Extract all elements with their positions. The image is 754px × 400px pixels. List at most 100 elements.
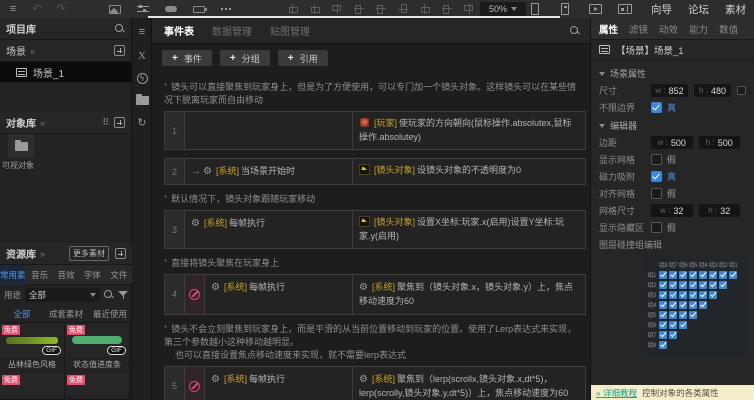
matrix-checkbox[interactable]	[699, 271, 707, 279]
lock-ratio-checkbox[interactable]	[737, 86, 746, 95]
event-comment[interactable]: *默认情况下，镜头对象跟随玩家移动	[164, 193, 582, 206]
resource-card[interactable]: 免费 GIF 丛林绿色风格 免费	[0, 323, 65, 400]
add-resource-button[interactable]	[115, 248, 126, 259]
matrix-checkbox[interactable]	[679, 311, 687, 319]
event-comment[interactable]: *镜头不会立刻聚焦到玩家身上，而是平滑的从当前位置移动到玩家的位置。使用了Ler…	[164, 323, 582, 362]
preview-portrait-icon[interactable]	[528, 2, 542, 16]
event-row[interactable]: 3 ⚙[系统]每帧执行 [镜头对象]设置X坐标:玩家.x(启用)设置Y坐标:玩家…	[164, 210, 586, 249]
matrix-checkbox[interactable]	[659, 301, 667, 309]
tab-font[interactable]: 字体	[79, 265, 105, 285]
matrix-checkbox[interactable]	[729, 271, 737, 279]
align-middle-v-icon[interactable]	[374, 2, 388, 16]
matrix-checkbox[interactable]	[679, 291, 687, 299]
add-object-button[interactable]	[114, 117, 125, 128]
matrix-checkbox[interactable]	[659, 341, 667, 349]
event-comment[interactable]: *镜头可以直接聚焦到玩家身上，但是为了方便使用，可以专门加一个镜头对象。这样镜头…	[164, 81, 582, 107]
event-actions[interactable]: [玩家]使玩家的方向朝向(鼠标操作.absolutex,鼠标操作.absolut…	[353, 112, 585, 149]
disabled-cell[interactable]	[185, 275, 205, 314]
search-icon[interactable]	[104, 290, 114, 300]
unbounded-checkbox[interactable]	[651, 102, 662, 113]
nav-guide-link[interactable]: 向导	[651, 2, 672, 17]
tab-data-manage[interactable]: 数据管理	[212, 23, 252, 38]
align-top-icon[interactable]	[352, 2, 366, 16]
tab-texture-manage[interactable]: 贴图管理	[270, 23, 310, 38]
matrix-checkbox[interactable]	[669, 331, 677, 339]
pill-tool-icon[interactable]	[164, 2, 178, 16]
event-row-disabled[interactable]: 4 ⚙[系统]每帧执行 ⚙[系统]聚焦到（镜头对象.x，镜头对象.y）上，焦点移…	[164, 274, 586, 315]
align-left-icon[interactable]	[286, 2, 300, 16]
tab-common-materials[interactable]: 常用素材	[0, 265, 26, 285]
matrix-checkbox[interactable]	[719, 281, 727, 289]
event-actions[interactable]: [镜头对象]设镜头对象的不透明度为0	[353, 159, 585, 184]
matrix-checkbox[interactable]	[689, 291, 697, 299]
grid-width-input[interactable]: w :32	[651, 204, 693, 217]
selected-object-row[interactable]: 【场景】场景_1	[591, 40, 754, 60]
matrix-checkbox[interactable]	[679, 301, 687, 309]
run-preview-icon[interactable]	[588, 2, 602, 16]
matrix-checkbox[interactable]	[679, 271, 687, 279]
event-row[interactable]: 2 →⚙[系统]当场景开始时 [镜头对象]设镜头对象的不透明度为0	[164, 158, 586, 185]
matrix-checkbox[interactable]	[659, 271, 667, 279]
add-scene-button[interactable]	[114, 45, 125, 56]
event-actions[interactable]: [镜头对象]设置X坐标:玩家.x(启用)设置Y坐标:玩家.y(启用)	[353, 211, 585, 248]
debug-window-icon[interactable]	[618, 2, 632, 16]
add-event-button[interactable]: + 事件	[162, 50, 212, 66]
tab-music[interactable]: 音乐	[26, 265, 52, 285]
align-right-icon[interactable]	[330, 2, 344, 16]
align-bottom-icon[interactable]	[396, 2, 410, 16]
event-conditions[interactable]: ⚙[系统]每帧执行	[205, 275, 353, 314]
nav-forum-link[interactable]: 论坛	[688, 2, 709, 17]
matrix-checkbox[interactable]	[709, 281, 717, 289]
tab-properties[interactable]: 属性	[599, 22, 618, 36]
distribute-h-icon[interactable]	[418, 2, 432, 16]
grid-height-input[interactable]: h :32	[699, 204, 741, 217]
event-row[interactable]: 1 [玩家]使玩家的方向朝向(鼠标操作.absolutex,鼠标操作.absol…	[164, 111, 586, 150]
usage-select[interactable]: 全部	[25, 288, 100, 302]
subtab-all[interactable]: 全部	[0, 308, 44, 320]
tab-filters[interactable]: 滤镜	[629, 22, 648, 36]
preview-device-icon[interactable]	[558, 2, 572, 16]
event-conditions[interactable]: ⚙[系统]每帧执行	[205, 367, 353, 400]
matrix-checkbox[interactable]	[689, 271, 697, 279]
refresh-icon[interactable]: ↻	[132, 114, 152, 130]
matrix-checkbox[interactable]	[669, 281, 677, 289]
image-tool-icon[interactable]	[108, 2, 122, 16]
matrix-checkbox[interactable]	[709, 291, 717, 299]
resources-section-header[interactable]: 资源库 » 更多素材	[0, 243, 132, 265]
size-height-input[interactable]: h :480	[694, 84, 731, 97]
energy-tool-icon[interactable]: ϟ	[132, 70, 152, 86]
show-hidden-checkbox[interactable]	[651, 222, 662, 233]
matrix-checkbox[interactable]	[699, 301, 707, 309]
event-conditions[interactable]: ⚙[系统]每帧执行	[185, 211, 353, 248]
magnetic-snap-checkbox[interactable]	[651, 171, 662, 182]
search-icon[interactable]	[570, 26, 580, 36]
matrix-checkbox[interactable]	[699, 291, 707, 299]
size-width-input[interactable]: w :852	[651, 84, 688, 97]
redo-icon[interactable]: ↷	[54, 2, 68, 16]
tab-values[interactable]: 数值	[719, 22, 738, 36]
event-row-disabled[interactable]: 5 ⚙[系统]每帧执行 ⚙[系统]聚焦到（lerp(scrollx,镜头对象.x…	[164, 366, 586, 400]
matrix-checkbox[interactable]	[669, 291, 677, 299]
section-editor[interactable]: 编辑器	[599, 119, 746, 132]
panel-menu-icon[interactable]: ≡	[132, 24, 152, 40]
cut-tool-icon[interactable]: X	[132, 48, 152, 64]
matrix-checkbox[interactable]	[669, 321, 677, 329]
matrix-checkbox[interactable]	[709, 271, 717, 279]
tab-sound[interactable]: 音效	[53, 265, 79, 285]
margin-height-input[interactable]: h :500	[699, 136, 741, 149]
align-grid-checkbox[interactable]	[651, 188, 662, 199]
add-reference-button[interactable]: + 引用	[278, 50, 328, 66]
align-center-h-icon[interactable]	[308, 2, 322, 16]
add-group-button[interactable]: + 分组	[220, 50, 270, 66]
matrix-checkbox[interactable]	[719, 271, 727, 279]
show-grid-checkbox[interactable]	[651, 154, 662, 165]
matrix-checkbox[interactable]	[669, 271, 677, 279]
matrix-checkbox[interactable]	[689, 281, 697, 289]
event-actions[interactable]: ⚙[系统]聚焦到（lerp(scrollx,镜头对象.x,dt*5)，lerp(…	[353, 367, 585, 400]
matrix-checkbox[interactable]	[679, 281, 687, 289]
margin-width-input[interactable]: w :500	[651, 136, 693, 149]
mirror-icon[interactable]	[462, 2, 476, 16]
grid-view-icon[interactable]: ⠿	[102, 117, 108, 128]
section-scene-properties[interactable]: 场景属性	[599, 67, 746, 80]
psd-folder-icon[interactable]	[132, 92, 152, 108]
